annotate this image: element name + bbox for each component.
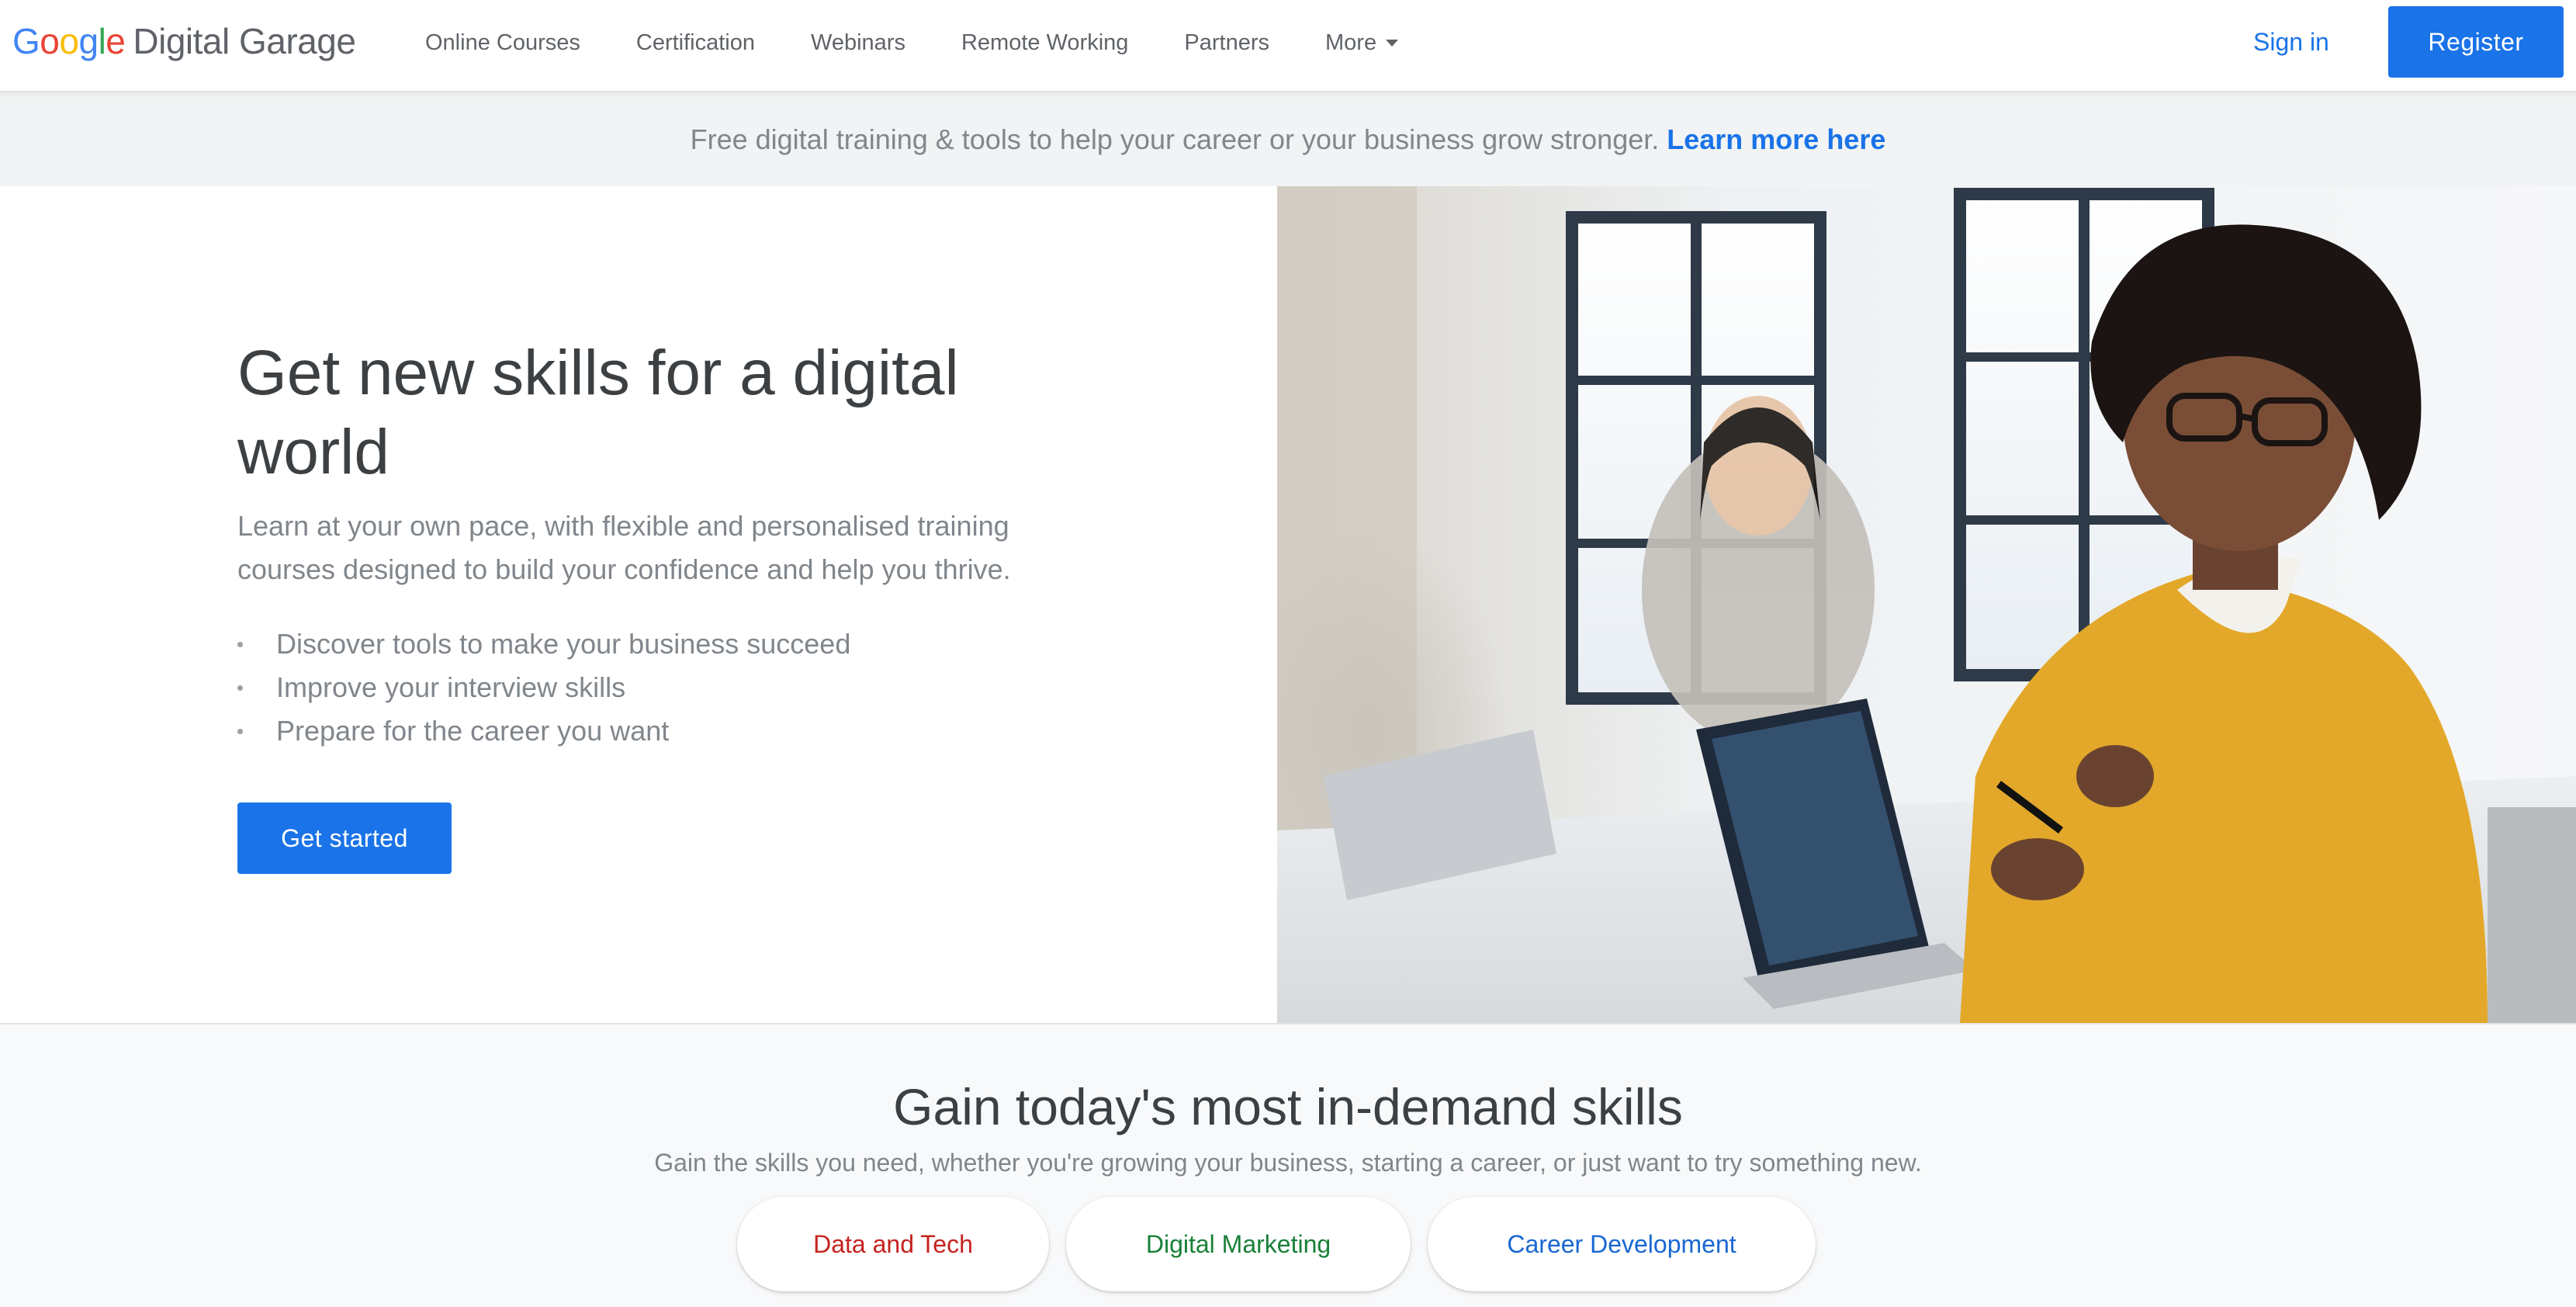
sign-in-link[interactable]: Sign in bbox=[2235, 19, 2348, 65]
logo-letter: e bbox=[106, 21, 126, 61]
caret-down-icon bbox=[1386, 39, 1399, 47]
nav-certification[interactable]: Certification bbox=[608, 0, 783, 85]
learn-more-link[interactable]: Learn more here bbox=[1667, 123, 1885, 156]
logo-letter: G bbox=[12, 21, 40, 61]
hero-subtitle: Learn at your own pace, with flexible an… bbox=[237, 510, 1011, 585]
list-item: Prepare for the career you want bbox=[237, 709, 850, 753]
banner-text: Free digital training & tools to help yo… bbox=[690, 123, 1660, 155]
nav-online-courses[interactable]: Online Courses bbox=[397, 0, 608, 85]
skills-subtitle: Gain the skills you need, whether you're… bbox=[654, 1149, 1922, 1177]
get-started-button[interactable]: Get started bbox=[237, 803, 452, 874]
promo-banner: Free digital training & tools to help yo… bbox=[0, 92, 2576, 186]
bullet-icon bbox=[237, 685, 243, 691]
list-item: Discover tools to make your business suc… bbox=[237, 622, 850, 666]
register-button[interactable]: Register bbox=[2388, 6, 2564, 78]
skill-category-tabs: Data and Tech Digital Marketing Career D… bbox=[737, 1197, 1816, 1291]
skills-section: Gain today's most in-demand skills Gain … bbox=[0, 1023, 2576, 1307]
list-item-text: Prepare for the career you want bbox=[276, 715, 670, 747]
google-digital-garage-logo[interactable]: Google Digital Garage bbox=[12, 20, 356, 67]
logo-letter: o bbox=[40, 21, 60, 61]
category-digital-marketing[interactable]: Digital Marketing bbox=[1066, 1197, 1411, 1291]
hero-photo bbox=[1277, 186, 2576, 1023]
list-item-text: Discover tools to make your business suc… bbox=[276, 628, 851, 660]
logo-product-name: Digital Garage bbox=[133, 21, 356, 61]
logo-letter: o bbox=[59, 21, 79, 61]
nav-more[interactable]: More bbox=[1297, 0, 1426, 85]
bullet-icon bbox=[237, 642, 243, 647]
list-item-text: Improve your interview skills bbox=[276, 671, 626, 703]
logo-letter: l bbox=[98, 21, 106, 61]
skills-title: Gain today's most in-demand skills bbox=[893, 1078, 1683, 1135]
category-data-and-tech[interactable]: Data and Tech bbox=[737, 1197, 1049, 1291]
category-career-development[interactable]: Career Development bbox=[1428, 1197, 1816, 1291]
main-nav: Online Courses Certification Webinars Re… bbox=[397, 0, 1426, 85]
site-header: Google Digital Garage Online Courses Cer… bbox=[0, 0, 2576, 92]
bullet-icon bbox=[237, 729, 243, 734]
hero-benefits-list: Discover tools to make your business suc… bbox=[237, 622, 850, 753]
nav-more-label: More bbox=[1325, 29, 1377, 55]
list-item: Improve your interview skills bbox=[237, 666, 850, 709]
office-scene-illustration bbox=[1277, 186, 2576, 1023]
hero-content: Get new skills for a digital world Learn… bbox=[0, 186, 1277, 1023]
nav-partners[interactable]: Partners bbox=[1156, 0, 1297, 85]
hero-title: Get new skills for a digital world bbox=[237, 338, 959, 487]
logo-letter: g bbox=[78, 21, 99, 61]
nav-remote-working[interactable]: Remote Working bbox=[933, 0, 1156, 85]
nav-webinars[interactable]: Webinars bbox=[783, 0, 933, 85]
